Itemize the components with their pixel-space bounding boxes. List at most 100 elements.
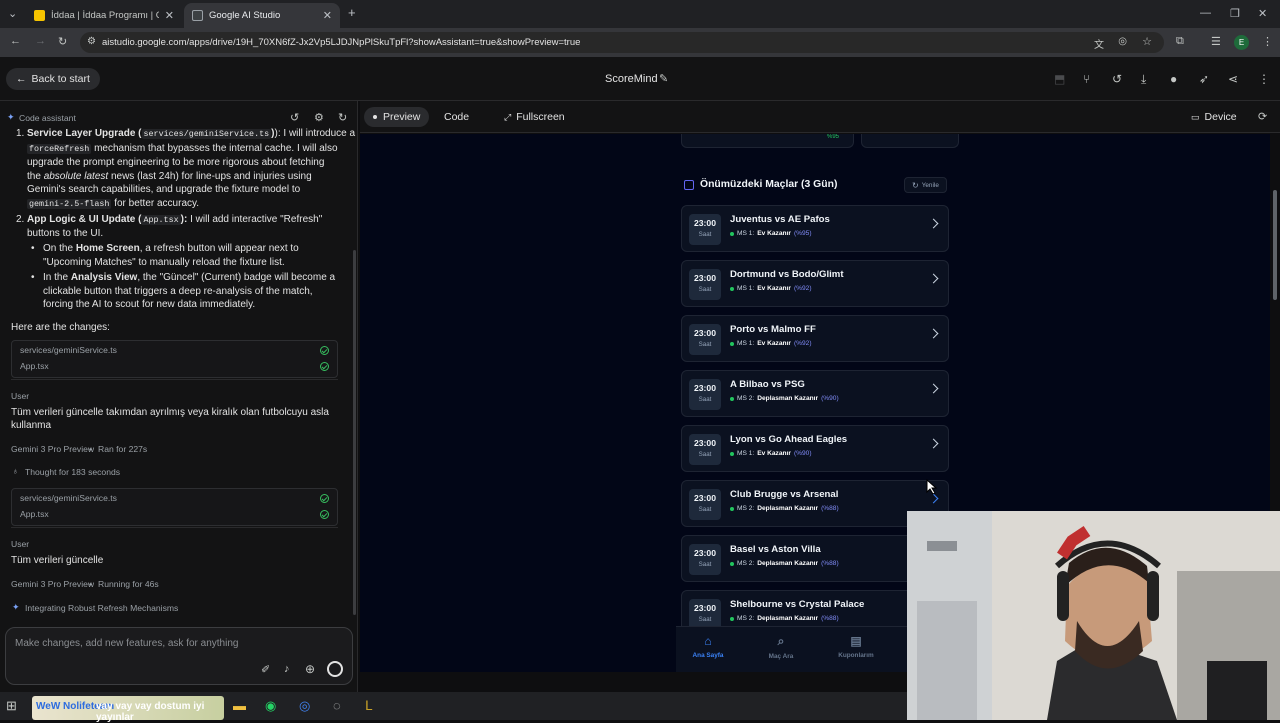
calendar-icon bbox=[684, 180, 694, 190]
device-button[interactable]: ▭ Device bbox=[1182, 107, 1246, 127]
edit-pencil-icon[interactable]: ✎ bbox=[659, 72, 668, 85]
user-message: Tüm verileri güncelle bbox=[11, 555, 104, 566]
user-message-line-1: Tüm verileri güncelle takımdan ayrılmış … bbox=[11, 407, 329, 418]
nav-coupons[interactable]: ▤ Kuponlarım bbox=[826, 634, 886, 659]
nav-home[interactable]: ⌂ Ana Sayfa bbox=[678, 634, 738, 659]
new-tab-icon[interactable]: + bbox=[348, 5, 356, 20]
stop-generation-button[interactable] bbox=[327, 661, 343, 677]
match-time: 23:00 bbox=[694, 273, 716, 283]
button-label: Fullscreen bbox=[516, 111, 565, 123]
microphone-icon[interactable]: ♪ bbox=[284, 663, 290, 675]
webcam-feed bbox=[907, 511, 1280, 720]
folder-icon[interactable]: ▬ bbox=[233, 698, 246, 713]
tab-search-icon[interactable]: ⌄ bbox=[8, 7, 17, 20]
close-window-icon[interactable]: ✕ bbox=[1258, 7, 1267, 20]
step-1-text: ): I will introduce a bbox=[274, 128, 356, 139]
close-icon[interactable]: ✕ bbox=[165, 9, 174, 22]
share-icon[interactable]: ⋖ bbox=[1228, 72, 1238, 86]
file-entry[interactable]: App.tsx bbox=[20, 361, 49, 371]
arrow-left-icon: ← bbox=[16, 73, 27, 85]
step-1-line-2: forceRefresh mechanism that bypasses the… bbox=[27, 142, 338, 157]
status-text: Integrating Robust Refresh Mechanisms bbox=[25, 603, 179, 613]
match-card[interactable]: 23:00 Saat A Bilbao vs PSG MS 2: Deplasman… bbox=[681, 370, 949, 417]
more-icon[interactable]: ⋮ bbox=[1258, 72, 1270, 86]
reload-icon[interactable]: ↻ bbox=[58, 35, 67, 48]
iddaa-favicon-icon bbox=[34, 10, 45, 21]
check-icon bbox=[320, 346, 329, 355]
prompt-input-box[interactable]: Make changes, add new features, ask for … bbox=[5, 627, 353, 685]
media-controls-icon[interactable]: ☰ bbox=[1211, 35, 1221, 48]
match-card[interactable]: 23:00 Saat Juventus vs AE Pafos MS 1: Ev K… bbox=[681, 205, 949, 252]
app-title: ScoreMind bbox=[605, 73, 658, 85]
deploy-rocket-icon[interactable]: ➶ bbox=[1199, 72, 1209, 86]
refresh-button[interactable]: ↻ Yenile bbox=[904, 177, 947, 193]
match-title: Club Brugge vs Arsenal bbox=[730, 489, 839, 500]
prompt-placeholder: Make changes, add new features, ask for … bbox=[15, 638, 239, 649]
assistant-scrollbar[interactable] bbox=[353, 250, 356, 615]
check-icon bbox=[320, 362, 329, 371]
back-arrow-icon[interactable]: ← bbox=[10, 35, 21, 47]
whatsapp-icon[interactable]: ◉ bbox=[265, 698, 276, 714]
match-card[interactable]: 23:00 Saat Dortmund vs Bodo/Glimt MS 1: Ev… bbox=[681, 260, 949, 307]
expand-icon: ⤢ bbox=[504, 111, 512, 122]
address-bar[interactable]: ⚙ aistudio.google.com/apps/drive/19H_70X… bbox=[80, 32, 1164, 53]
file-entry[interactable]: services/geminiService.ts bbox=[20, 493, 117, 503]
bookmark-star-icon[interactable]: ☆ bbox=[1142, 35, 1152, 48]
github-icon[interactable]: ● bbox=[1170, 72, 1177, 86]
site-info-icon[interactable]: ⚙ bbox=[87, 36, 96, 47]
restore-icon[interactable]: ❐ bbox=[1230, 7, 1240, 20]
match-card[interactable]: 23:00 Saat Porto vs Malmo FF MS 1: Ev Kaza… bbox=[681, 315, 949, 362]
chevron-right-icon bbox=[928, 383, 939, 394]
step-1-heading: Service Layer Upgrade ( bbox=[27, 128, 142, 139]
chrome-icon[interactable]: ◎ bbox=[299, 698, 310, 714]
forward-arrow-icon[interactable]: → bbox=[35, 35, 46, 47]
reload-preview-icon[interactable]: ⟳ bbox=[1258, 110, 1267, 123]
file-entry[interactable]: services/geminiService.ts bbox=[20, 345, 117, 355]
changes-intro: Here are the changes: bbox=[11, 322, 110, 333]
match-time-box: 23:00 Saat bbox=[689, 214, 721, 245]
branch-icon[interactable]: ⑂ bbox=[1083, 72, 1090, 86]
profile-avatar[interactable]: E bbox=[1234, 35, 1249, 50]
browser-tab-ai-studio[interactable]: Google AI Studio ✕ bbox=[184, 3, 340, 28]
tab-preview[interactable]: Preview bbox=[364, 107, 430, 127]
refresh-icon[interactable]: ↻ bbox=[338, 111, 347, 124]
match-time-unit: Saat bbox=[698, 506, 712, 513]
preview-scrollbar[interactable] bbox=[1273, 190, 1277, 300]
model-name: Gemini 3 Pro Preview bbox=[11, 579, 95, 589]
magic-wand-icon[interactable]: ✐ bbox=[261, 663, 270, 676]
thought-duration[interactable]: Thought for 183 seconds bbox=[25, 467, 120, 477]
fullscreen-button[interactable]: ⤢ Fullscreen bbox=[495, 107, 574, 127]
file-entry[interactable]: App.tsx bbox=[20, 509, 49, 519]
step-1-text: mechanism that bypasses the internal cac… bbox=[91, 143, 338, 154]
back-to-start-button[interactable]: ← Back to start bbox=[6, 68, 100, 90]
match-card[interactable]: 23:00 Saat Lyon vs Go Ahead Eagles MS 1: E… bbox=[681, 425, 949, 472]
match-prediction: MS 2: Deplasman Kazanır (%88) bbox=[730, 615, 839, 622]
chevron-right-icon bbox=[928, 218, 939, 229]
tab-code[interactable]: Code bbox=[435, 107, 478, 127]
match-time-unit: Saat bbox=[698, 451, 712, 458]
match-prediction: MS 2: Deplasman Kazanır (%88) bbox=[730, 505, 839, 512]
eye-off-icon[interactable]: ◎ bbox=[1118, 36, 1127, 47]
league-icon[interactable]: Ⅼ bbox=[365, 698, 372, 714]
nav-label: Maç Ara bbox=[768, 653, 794, 660]
translate-icon[interactable]: 文 bbox=[1094, 36, 1104, 51]
extensions-icon[interactable]: ⧉ bbox=[1176, 35, 1184, 48]
save-icon[interactable]: ⬒ bbox=[1054, 72, 1065, 86]
message-role: User bbox=[11, 539, 30, 549]
browser-tab-iddaa[interactable]: İddaa | İddaa Programı | Canlı İ ✕ bbox=[26, 3, 182, 28]
start-icon[interactable]: ⊞ bbox=[6, 698, 17, 714]
bullet: • bbox=[31, 272, 35, 283]
check-icon bbox=[320, 494, 329, 503]
minimize-icon[interactable]: — bbox=[1200, 7, 1211, 19]
menu-kebab-icon[interactable]: ⋮ bbox=[1262, 35, 1273, 48]
match-time: 23:00 bbox=[694, 218, 716, 228]
app-icon[interactable]: ◌ bbox=[333, 698, 341, 713]
download-icon[interactable]: ⤓ bbox=[1141, 72, 1146, 87]
nav-match-search[interactable]: ⌕ Maç Ara bbox=[751, 634, 811, 660]
history-icon[interactable]: ↺ bbox=[1112, 72, 1122, 86]
history-icon[interactable]: ↺ bbox=[290, 111, 299, 124]
match-time: 23:00 bbox=[694, 383, 716, 393]
settings-gear-icon[interactable]: ⚙ bbox=[314, 111, 324, 124]
add-attachment-icon[interactable]: ⊕ bbox=[305, 662, 315, 676]
close-icon[interactable]: ✕ bbox=[323, 9, 332, 22]
